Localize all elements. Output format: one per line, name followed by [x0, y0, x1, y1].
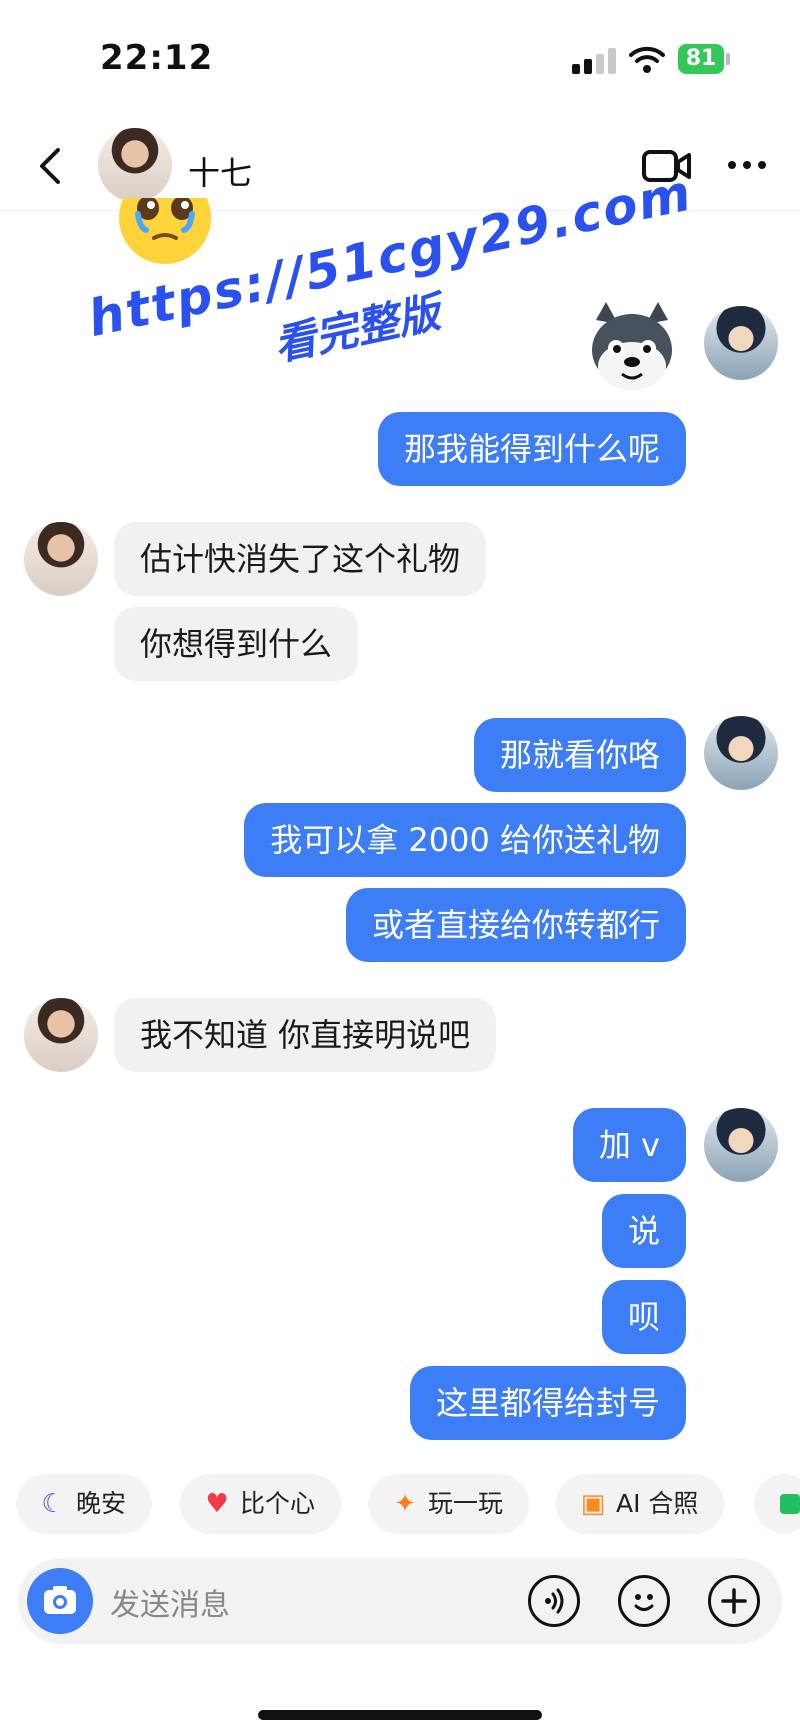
heart-icon: ♥ — [205, 1489, 229, 1519]
message-bubble-in[interactable]: 我不知道 你直接明说吧 — [114, 998, 497, 1072]
quick-reply-play[interactable]: ✦ 玩一玩 — [368, 1474, 530, 1534]
my-avatar[interactable] — [704, 1108, 778, 1182]
photo-icon: ▣ — [580, 1489, 606, 1519]
quick-reply-label: 比个心 — [240, 1489, 316, 1518]
contact-avatar-small[interactable] — [24, 998, 98, 1072]
quick-reply-green-icon — [780, 1494, 800, 1514]
voice-icon[interactable] — [528, 1575, 580, 1627]
sparkle-icon: ✦ — [394, 1489, 416, 1519]
plus-icon[interactable] — [708, 1575, 760, 1627]
quick-reply-goodnight[interactable]: ☾ 晚安 — [16, 1474, 153, 1534]
status-time: 22:12 — [100, 38, 214, 78]
quick-reply-ai-photo[interactable]: ▣ AI 合照 — [556, 1474, 725, 1534]
contact-avatar-small[interactable] — [24, 522, 98, 596]
emoji-icon[interactable] — [618, 1575, 670, 1627]
battery-tip — [726, 53, 730, 65]
message-bubble-out[interactable]: 或者直接给你转都行 — [345, 888, 686, 962]
message-bubble-out[interactable]: 我可以拿 2000 给你送礼物 — [244, 803, 686, 877]
message-bubble-in[interactable]: 你想得到什么 — [114, 607, 359, 681]
battery-indicator: 81 — [678, 44, 724, 74]
message-bubble-out[interactable]: 这里都得给封号 — [409, 1366, 686, 1440]
message-input-placeholder[interactable]: 发送消息 — [110, 1580, 230, 1624]
message-bubble-out[interactable]: 那就看你咯 — [473, 718, 686, 792]
crying-face-emoji — [119, 198, 211, 264]
home-indicator — [258, 1710, 542, 1720]
quick-reply-more[interactable] — [754, 1474, 800, 1534]
my-avatar[interactable] — [704, 716, 778, 790]
message-bubble-out[interactable]: 加 v — [572, 1108, 686, 1182]
my-avatar[interactable] — [704, 306, 778, 380]
quick-reply-label: 玩一玩 — [428, 1489, 504, 1518]
camera-icon — [44, 1586, 76, 1614]
moon-icon: ☾ — [41, 1489, 65, 1519]
message-bubble-out[interactable]: 呗 — [601, 1280, 686, 1354]
message-bubble-out[interactable]: 说 — [601, 1194, 686, 1268]
back-arrow-icon[interactable] — [34, 146, 66, 186]
message-bubble-out[interactable]: 那我能得到什么呢 — [377, 412, 686, 486]
camera-button[interactable] — [27, 1568, 93, 1634]
signal-icon — [572, 48, 616, 74]
more-options-icon[interactable] — [726, 150, 768, 180]
message-bubble-in[interactable]: 估计快消失了这个礼物 — [114, 522, 487, 596]
quick-reply-label: 晚安 — [76, 1489, 127, 1518]
contact-name[interactable]: 十七 — [188, 148, 252, 194]
dog-sticker — [592, 302, 672, 390]
wifi-icon — [629, 46, 665, 73]
quick-reply-heart[interactable]: ♥ 比个心 — [180, 1474, 342, 1534]
contact-avatar[interactable] — [98, 128, 172, 202]
quick-reply-label: AI 合照 — [616, 1489, 699, 1518]
